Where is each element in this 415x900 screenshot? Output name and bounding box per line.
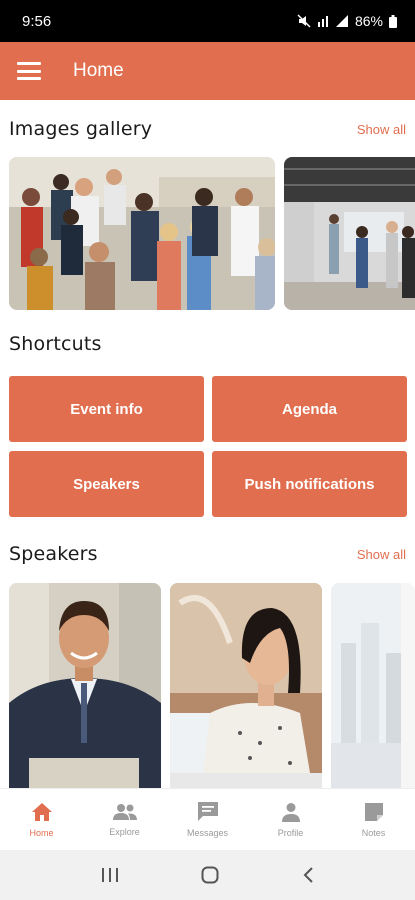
speaker-card[interactable] [331, 583, 415, 788]
home-icon [31, 802, 52, 821]
wifi-calling-icon [317, 16, 328, 27]
mute-icon [297, 14, 311, 28]
note-icon [364, 802, 383, 821]
push-notifications-button[interactable]: Push notifications [212, 451, 407, 517]
bottom-navigation: Home Explore Messages Profile Notes [0, 788, 415, 850]
nav-label-explore: Explore [109, 826, 140, 837]
hamburger-menu-icon[interactable] [17, 62, 41, 80]
nav-item-notes[interactable]: Notes [332, 789, 415, 850]
speakers-button[interactable]: Speakers [9, 451, 204, 517]
nav-label-notes: Notes [361, 827, 386, 838]
back-button[interactable] [302, 866, 314, 884]
speaker-card[interactable] [170, 583, 322, 788]
recent-apps-icon [102, 868, 119, 882]
event-info-button[interactable]: Event info [9, 376, 204, 442]
speakers-header: Speakers Show all [9, 543, 406, 565]
home-circle-icon [201, 866, 219, 884]
app-bar: Home [0, 42, 415, 100]
gallery-title: Images gallery [9, 118, 153, 140]
nav-label-profile: Profile [277, 827, 304, 838]
nav-label-home: Home [29, 827, 54, 838]
speakers-show-all-link[interactable]: Show all [357, 547, 406, 562]
gallery-show-all-link[interactable]: Show all [357, 122, 406, 137]
gallery-image-lobby[interactable] [284, 157, 415, 310]
home-system-button[interactable] [201, 866, 219, 884]
status-bar: 9:56 86% [0, 0, 415, 42]
nav-item-messages[interactable]: Messages [166, 789, 249, 850]
shortcuts-header: Shortcuts [9, 333, 406, 355]
back-icon [303, 867, 313, 883]
message-icon [197, 802, 218, 821]
agenda-button[interactable]: Agenda [212, 376, 407, 442]
speakers-carousel[interactable] [9, 583, 415, 788]
speakers-title: Speakers [9, 543, 98, 565]
status-icons: 86% [297, 13, 397, 29]
signal-icon [335, 15, 348, 27]
system-navigation-bar [0, 850, 415, 900]
page-title: Home [73, 60, 124, 81]
gallery-image-crowd[interactable] [9, 157, 275, 310]
nav-item-explore[interactable]: Explore [83, 789, 166, 850]
shortcuts-title: Shortcuts [9, 333, 102, 355]
status-time: 9:56 [22, 12, 52, 30]
battery-percent: 86% [354, 13, 383, 29]
nav-label-messages: Messages [186, 828, 229, 838]
gallery-header: Images gallery Show all [9, 118, 406, 140]
people-icon [112, 803, 137, 820]
person-icon [281, 802, 300, 822]
recent-apps-button[interactable] [101, 867, 119, 883]
nav-item-home[interactable]: Home [0, 789, 83, 850]
nav-item-profile[interactable]: Profile [249, 789, 332, 850]
speaker-card[interactable] [9, 583, 161, 788]
battery-icon [389, 14, 397, 28]
images-gallery[interactable] [9, 157, 415, 310]
